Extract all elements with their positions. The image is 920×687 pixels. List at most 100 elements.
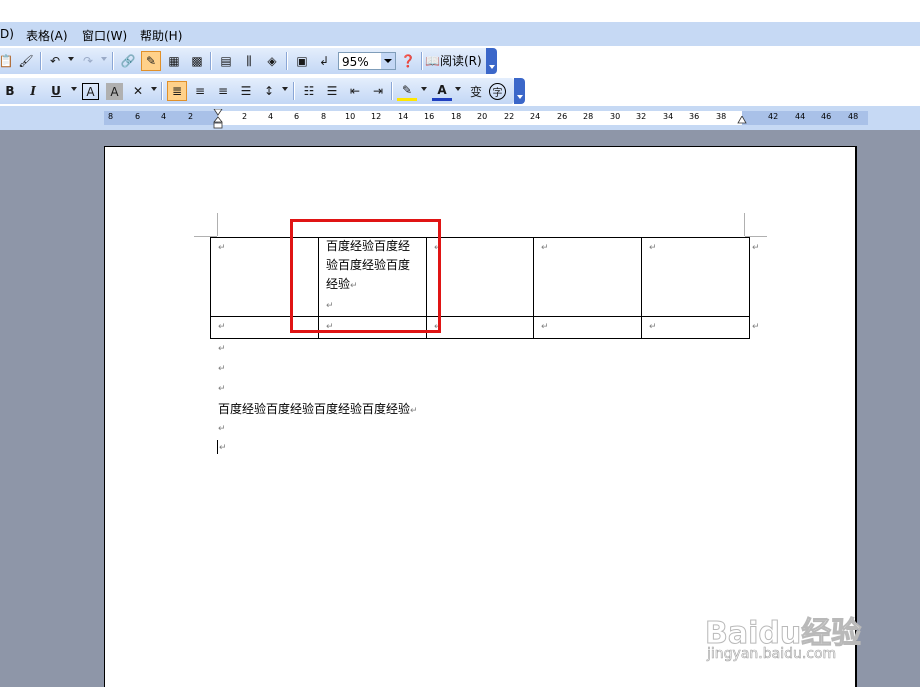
para-mark: ↵ xyxy=(218,364,226,374)
hyperlink-icon[interactable]: 🔗 xyxy=(118,51,138,71)
watermark: Baidu经验 jingyan.baidu.com xyxy=(704,602,875,668)
toolbar-separator xyxy=(210,52,212,70)
insert-table-icon[interactable]: ▦ xyxy=(164,51,184,71)
line-spacing-icon[interactable]: ↕ xyxy=(259,81,279,101)
para-mark: ↵ xyxy=(219,443,227,453)
distributed-align-icon[interactable]: ☰ xyxy=(236,81,256,101)
cell-end-mark: ↵ xyxy=(218,322,226,332)
increase-indent-icon[interactable]: ⇥ xyxy=(368,81,388,101)
ruler-tick: 28 xyxy=(583,112,594,121)
ruler-tick: 24 xyxy=(530,112,541,121)
toolbar-separator xyxy=(286,52,288,70)
para-mark: ↵ xyxy=(410,406,418,416)
ruler-tick: 32 xyxy=(636,112,647,121)
right-indent-marker-icon[interactable] xyxy=(737,116,747,124)
align-right-icon[interactable]: ≡ xyxy=(213,81,233,101)
align-center-icon[interactable]: ≡ xyxy=(190,81,210,101)
toolbar-options-grip[interactable] xyxy=(486,48,497,74)
ruler-tick: 12 xyxy=(371,112,382,121)
book-icon: 📖 xyxy=(425,54,440,68)
char-shading-button[interactable]: A xyxy=(106,83,123,100)
numbering-icon[interactable]: ☷ xyxy=(299,81,319,101)
ruler-tick: 4 xyxy=(161,112,167,121)
underline-button[interactable]: U xyxy=(46,81,66,101)
highlight-box xyxy=(290,219,441,333)
table-border xyxy=(533,237,534,339)
menu-item-window[interactable]: 窗口(W) xyxy=(82,27,127,44)
toolbar-separator xyxy=(161,82,163,100)
indent-marker-icon[interactable] xyxy=(213,109,223,129)
bullets-icon[interactable]: ☰ xyxy=(322,81,342,101)
body-paragraph[interactable]: 百度经验百度经验百度经验百度经验↵ xyxy=(218,400,418,417)
ruler-tick: 38 xyxy=(716,112,727,121)
char-border-button[interactable]: A xyxy=(82,83,99,100)
zoom-select[interactable]: 95% xyxy=(338,52,396,70)
body-text: 百度经验百度经验百度经验百度经验 xyxy=(218,402,411,416)
redo-dropdown-arrow[interactable] xyxy=(101,57,107,61)
char-scale-icon[interactable]: ✕ xyxy=(128,81,148,101)
underline-dropdown-arrow[interactable] xyxy=(71,87,77,91)
columns-icon[interactable]: ▤ xyxy=(216,51,236,71)
document-map-icon[interactable]: ◈ xyxy=(262,51,282,71)
font-color-button[interactable]: A xyxy=(432,81,452,101)
format-painter-icon[interactable]: 🖌 xyxy=(16,51,36,71)
toolbar-separator xyxy=(112,52,114,70)
phonetic-guide-button[interactable]: 变 xyxy=(466,81,486,101)
redo-icon[interactable]: ↷ xyxy=(78,51,98,71)
line-spacing-dropdown-arrow[interactable] xyxy=(282,87,288,91)
zoom-dropdown-arrow[interactable] xyxy=(381,53,395,69)
bold-button[interactable]: B xyxy=(0,81,20,101)
decrease-indent-icon[interactable]: ⇤ xyxy=(345,81,365,101)
para-mark: ↵ xyxy=(218,424,226,434)
cell-end-mark: ↵ xyxy=(649,322,657,332)
highlight-dropdown-arrow[interactable] xyxy=(421,87,427,91)
toolbar-separator xyxy=(293,82,295,100)
font-color-dropdown-arrow[interactable] xyxy=(455,87,461,91)
crop-mark xyxy=(217,213,218,236)
cell-end-mark: ↵ xyxy=(541,322,549,332)
horizontal-ruler[interactable]: 8 6 4 2 2 4 6 8 10 12 14 16 18 20 22 24 … xyxy=(0,106,920,130)
char-scale-dropdown-arrow[interactable] xyxy=(151,87,157,91)
paragraph-marks-icon[interactable]: ↲ xyxy=(314,51,334,71)
enclose-char-button[interactable]: 字 xyxy=(489,83,506,100)
italic-button[interactable]: I xyxy=(23,81,43,101)
undo-dropdown-arrow[interactable] xyxy=(68,57,74,61)
zoom-value: 95% xyxy=(342,55,369,69)
watermark-url: jingyan.baidu.com xyxy=(707,646,837,663)
menu-item-help[interactable]: 帮助(H) xyxy=(140,27,182,44)
row-end-mark: ↵ xyxy=(752,322,760,332)
toolbar-separator xyxy=(391,82,393,100)
menu-item-partial[interactable]: D) xyxy=(0,27,14,41)
ruler-tick: 30 xyxy=(610,112,621,121)
read-mode-label: 阅读(R) xyxy=(439,54,482,68)
row-end-mark: ↵ xyxy=(752,243,760,253)
ruler-tick: 4 xyxy=(268,112,274,121)
toolbar-options-grip[interactable] xyxy=(514,78,525,104)
ruler-tick: 36 xyxy=(689,112,700,121)
ruler-tick: 14 xyxy=(398,112,409,121)
highlight-icon[interactable]: ✎ xyxy=(397,81,417,101)
read-mode-button[interactable]: 📖阅读(R) xyxy=(425,52,482,70)
drawing-icon[interactable]: ⫼ xyxy=(239,51,259,71)
tables-borders-icon[interactable]: ✎ xyxy=(141,51,161,71)
ruler-tick: 16 xyxy=(424,112,435,121)
undo-icon[interactable]: ↶ xyxy=(45,51,65,71)
para-mark: ↵ xyxy=(218,344,226,354)
toolbar-separator xyxy=(421,52,423,70)
insert-excel-icon[interactable]: ▩ xyxy=(187,51,207,71)
ruler-tick: 6 xyxy=(135,112,141,121)
table-border xyxy=(641,237,642,339)
ruler-tick: 42 xyxy=(768,112,779,121)
justify-button[interactable]: ≣ xyxy=(167,81,187,101)
paste-icon[interactable]: 📋 xyxy=(0,51,16,71)
menu-item-table[interactable]: 表格(A) xyxy=(26,27,68,44)
table-border xyxy=(749,237,750,339)
ruler-tick: 8 xyxy=(108,112,114,121)
toolbar-separator xyxy=(40,52,42,70)
help-icon[interactable]: ❓ xyxy=(398,51,418,71)
window-top-strip xyxy=(0,0,920,22)
show-hide-marks-icon[interactable]: ▣ xyxy=(292,51,312,71)
cell-end-mark: ↵ xyxy=(649,243,657,253)
para-mark: ↵ xyxy=(218,384,226,394)
ruler-tick: 46 xyxy=(821,112,832,121)
